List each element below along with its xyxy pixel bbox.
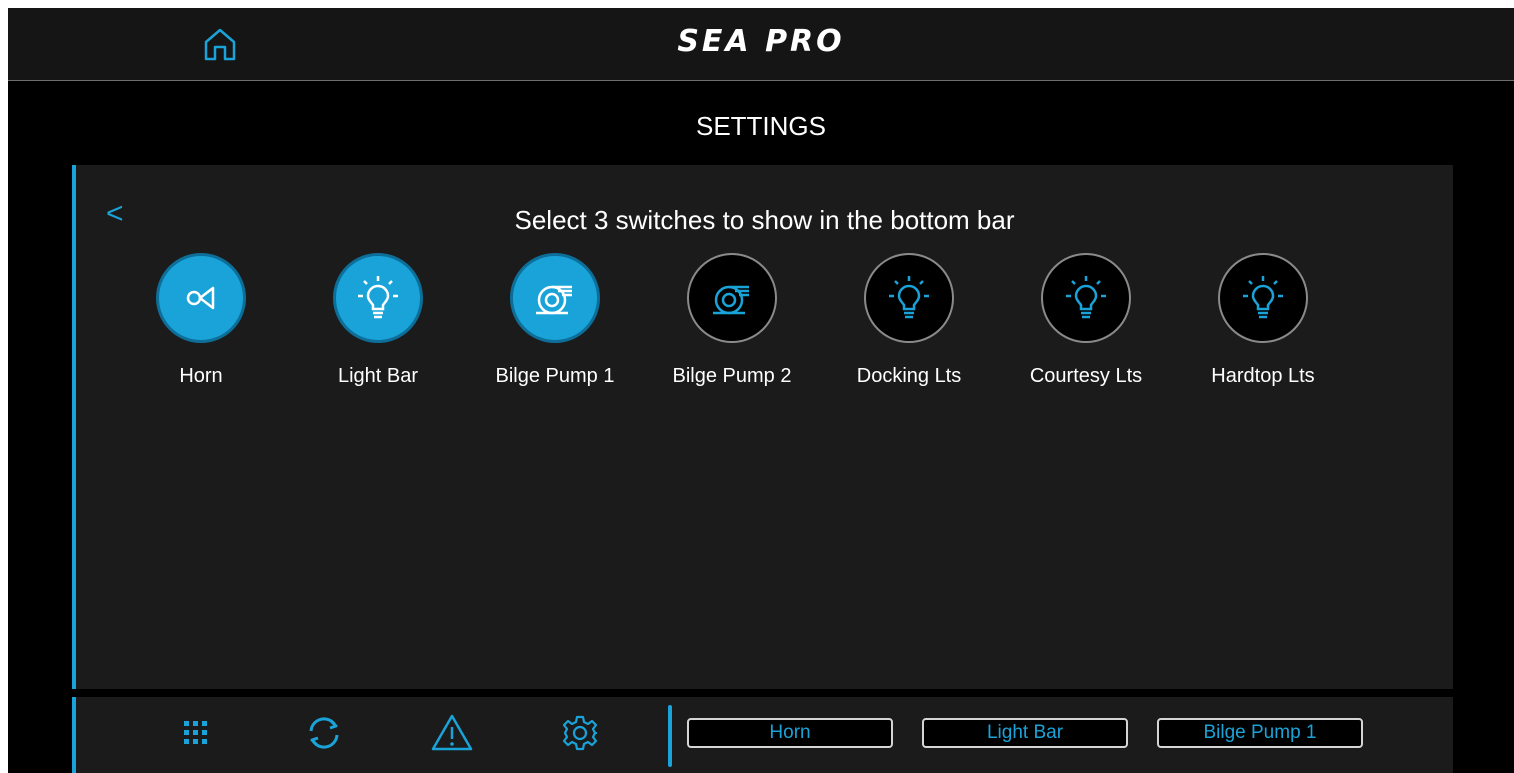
instruction-text: Select 3 switches to show in the bottom … bbox=[514, 205, 1015, 235]
page-title: SETTINGS bbox=[695, 111, 826, 141]
switch-hardtop-lts[interactable]: Hardtop Lts bbox=[1183, 253, 1343, 388]
switch-label: Horn bbox=[179, 365, 223, 387]
switch-label: Docking Lts bbox=[856, 365, 962, 387]
switch-courtesy-lts[interactable]: Courtesy Lts bbox=[1006, 253, 1166, 388]
light-bulb-icon bbox=[889, 276, 929, 319]
grid-icon bbox=[184, 721, 207, 744]
header: SEA PRO bbox=[8, 8, 1514, 81]
quick-switch-horn[interactable]: Horn bbox=[687, 718, 893, 748]
switch-label: Courtesy Lts bbox=[1029, 365, 1143, 387]
brand-logo: SEA PRO bbox=[677, 24, 845, 59]
switch-docking-lts[interactable]: Docking Lts bbox=[829, 253, 989, 388]
warning-icon bbox=[431, 714, 473, 751]
switch-label: Bilge Pump 1 bbox=[495, 365, 615, 387]
switch-bilge-pump-2[interactable]: Bilge Pump 2 bbox=[652, 253, 812, 388]
light-bulb-icon bbox=[1243, 276, 1283, 319]
switch-label: Light Bar bbox=[337, 365, 419, 387]
switch-toggle[interactable] bbox=[156, 253, 246, 343]
refresh-icon bbox=[309, 717, 339, 749]
switch-toggle[interactable] bbox=[1218, 253, 1308, 343]
switch-toggle[interactable] bbox=[1041, 253, 1131, 343]
refresh-button[interactable] bbox=[302, 711, 346, 755]
switch-selection-panel: < Select 3 switches to show in the botto… bbox=[72, 165, 1453, 689]
switch-label: Bilge Pump 2 bbox=[672, 365, 792, 387]
gear-icon bbox=[562, 715, 598, 751]
switch-toggle[interactable] bbox=[333, 253, 423, 343]
switch-horn[interactable]: Horn bbox=[121, 253, 281, 388]
switch-toggle[interactable] bbox=[687, 253, 777, 343]
bilge-pump-icon bbox=[536, 285, 572, 315]
alerts-button[interactable] bbox=[430, 711, 474, 755]
switch-toggle[interactable] bbox=[864, 253, 954, 343]
bottom-bar: Horn Light Bar Bilge Pump 1 bbox=[72, 697, 1453, 773]
bilge-pump-icon bbox=[713, 285, 749, 315]
switch-label: Hardtop Lts bbox=[1211, 365, 1315, 387]
bottom-bar-divider bbox=[668, 705, 672, 767]
light-bulb-icon bbox=[358, 276, 398, 319]
switch-bilge-pump-1[interactable]: Bilge Pump 1 bbox=[475, 253, 635, 388]
light-bulb-icon bbox=[1066, 276, 1106, 319]
switch-light-bar[interactable]: Light Bar bbox=[298, 253, 458, 388]
app-window: SEA PRO SETTINGS < Select 3 switches to … bbox=[8, 8, 1514, 773]
apps-button[interactable] bbox=[174, 711, 218, 755]
settings-button[interactable] bbox=[558, 711, 602, 755]
switch-toggle[interactable] bbox=[510, 253, 600, 343]
quick-switch-light-bar[interactable]: Light Bar bbox=[922, 718, 1128, 748]
quick-switch-bilge-pump-1[interactable]: Bilge Pump 1 bbox=[1157, 718, 1363, 748]
horn-icon bbox=[186, 286, 215, 310]
